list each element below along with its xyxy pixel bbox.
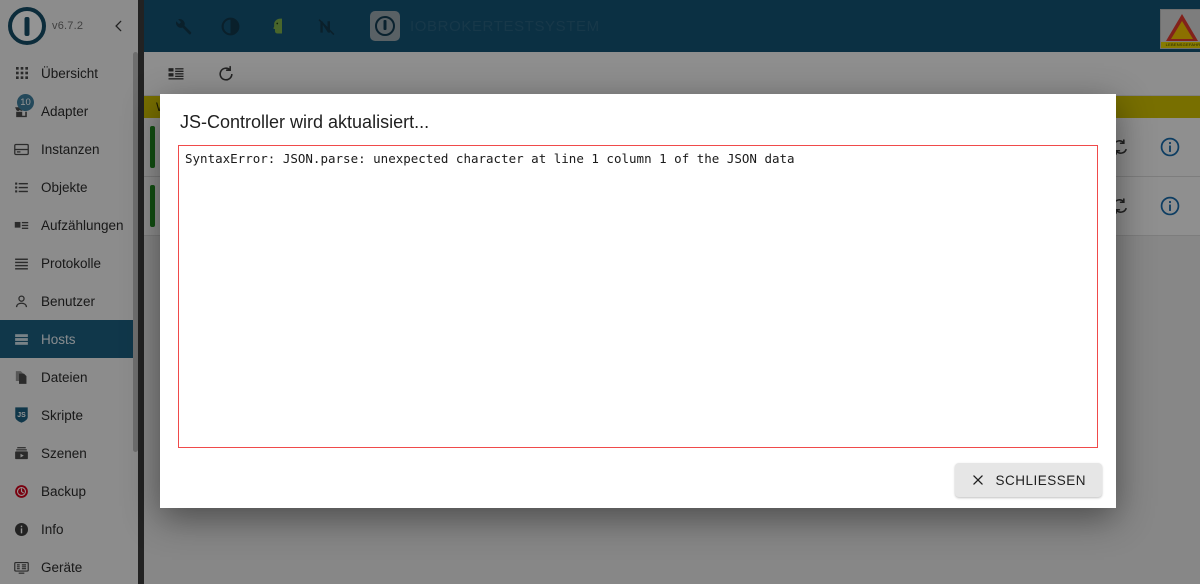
dialog-actions: SCHLIESSEN [160,452,1116,508]
close-button-label: SCHLIESSEN [995,473,1086,488]
close-button[interactable]: SCHLIESSEN [955,463,1102,497]
error-message-text: SyntaxError: JSON.parse: unexpected char… [185,151,1091,168]
app-root: IOBROKERTESTSYSTEM LEBENSGEFAHR [0,0,1200,584]
dialog-body: SyntaxError: JSON.parse: unexpected char… [160,145,1116,452]
dialog-title: JS-Controller wird aktualisiert... [160,94,1116,145]
error-output-box[interactable]: SyntaxError: JSON.parse: unexpected char… [178,145,1098,448]
js-controller-update-dialog: JS-Controller wird aktualisiert... Synta… [160,94,1116,508]
close-x-icon [971,473,985,487]
